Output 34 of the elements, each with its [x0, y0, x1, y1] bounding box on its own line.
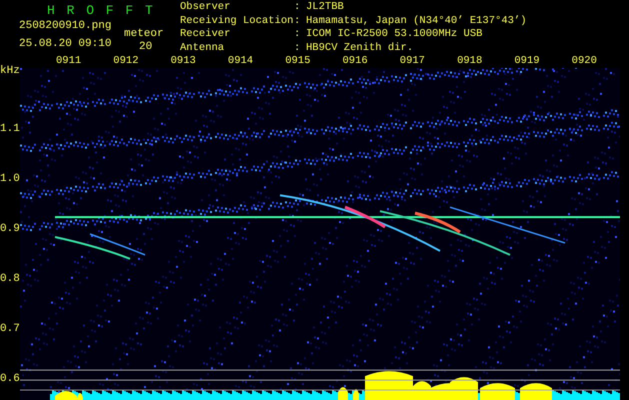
time-label: 0916	[342, 55, 369, 68]
file-name: 2508200910.png	[19, 20, 112, 32]
time-label: 0911	[56, 55, 82, 68]
time-label: 0920	[572, 55, 598, 68]
time-label: 0915	[285, 55, 312, 68]
time-label: 0912	[113, 55, 140, 68]
frequency-label: 0.7	[0, 323, 20, 335]
field-value: JL2TBB	[306, 1, 345, 14]
field-value: HB9CV Zenith dir.	[306, 42, 414, 55]
meteor-count: 20	[139, 41, 152, 53]
timestamp: 25.08.20 09:10	[19, 38, 112, 50]
time-label: 0913	[170, 55, 197, 68]
time-label: 0919	[514, 55, 541, 68]
field-label: Antenna	[180, 42, 226, 55]
separator: :	[294, 1, 302, 14]
time-label: 0914	[228, 55, 254, 68]
field-label: Receiver	[180, 28, 232, 42]
field-value: Hamamatsu, Japan (N34°40’ E137°43’)	[306, 14, 527, 28]
field-label: Receiving Location	[180, 14, 294, 28]
time-label: 0918	[457, 55, 484, 68]
separator: :	[294, 28, 302, 42]
axis-unit: kHz	[0, 65, 20, 77]
app-logo: H R O F F T	[47, 3, 155, 18]
frequency-label: 0.9	[0, 223, 20, 235]
field-value: ICOM IC-R2500 53.1000MHz USB	[306, 28, 484, 42]
frequency-label: 1.1	[0, 123, 20, 135]
separator: :	[294, 14, 302, 28]
separator: :	[294, 42, 302, 55]
frequency-label: 0.6	[0, 373, 20, 385]
field-label: Observer	[180, 1, 232, 14]
time-label: 0917	[400, 55, 426, 68]
frequency-label: 0.8	[0, 273, 20, 285]
count-label: meteor	[124, 28, 164, 40]
frequency-label: 1.0	[0, 173, 20, 185]
